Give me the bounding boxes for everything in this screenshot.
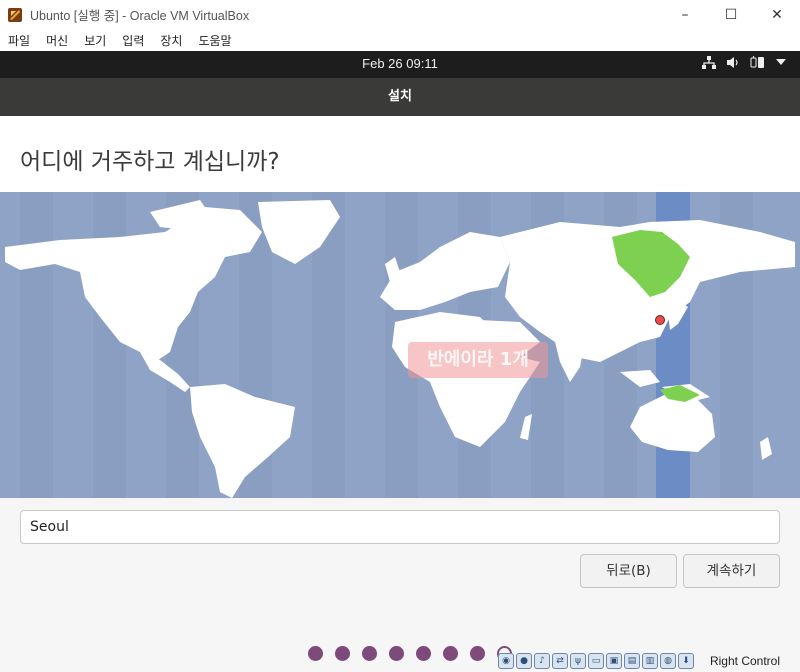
page-question: 어디에 거주하고 계십니까? — [20, 149, 280, 175]
installer-header: 설치 — [0, 78, 800, 116]
minimize-button[interactable]: – — [662, 0, 708, 29]
mouse-integration-icon[interactable]: ◍ — [660, 653, 676, 669]
host-statusbar: ◉ ● ♪ ⇄ ψ ▭ ▣ ▤ ▥ ◍ ⬇ Right Control — [0, 650, 800, 672]
audio-icon[interactable]: ♪ — [534, 653, 550, 669]
location-input[interactable] — [20, 510, 780, 544]
usb-icon[interactable]: ψ — [570, 653, 586, 669]
guest-top-panel: Feb 26 09:11 — [0, 51, 800, 78]
world-map-svg — [5, 192, 795, 498]
window-titlebar: Ubunto [실행 중] - Oracle VM VirtualBox – ☐… — [0, 0, 800, 29]
back-button[interactable]: 뒤로(B) — [580, 554, 677, 588]
clock[interactable]: Feb 26 09:11 — [0, 56, 800, 71]
menu-devices[interactable]: 장치 — [160, 32, 182, 49]
host-key-label: Right Control — [709, 654, 780, 668]
arrow-down-icon[interactable]: ⬇ — [678, 653, 694, 669]
timezone-map[interactable]: 반에이라 1개 — [0, 192, 800, 498]
display-icon[interactable]: ▣ — [606, 653, 622, 669]
optical-icon[interactable]: ● — [516, 653, 532, 669]
menu-view[interactable]: 보기 — [84, 32, 106, 49]
maximize-button[interactable]: ☐ — [708, 0, 754, 29]
continue-button[interactable]: 계속하기 — [683, 554, 780, 588]
menu-machine[interactable]: 머신 — [46, 32, 68, 49]
menu-input[interactable]: 입력 — [122, 32, 144, 49]
menu-file[interactable]: 파일 — [8, 32, 30, 49]
virtualbox-app-icon — [7, 7, 23, 23]
location-marker — [655, 315, 665, 325]
installer-content: 어디에 거주하고 계십니까? 반에이라 1개 Seoul 뒤로(B) 계속하기 — [0, 116, 800, 672]
network-icon[interactable] — [702, 55, 716, 69]
question-area: 어디에 거주하고 계십니까? — [0, 116, 800, 192]
battery-icon[interactable] — [750, 55, 766, 69]
shared-folder-icon[interactable]: ▭ — [588, 653, 604, 669]
dropdown-arrow-icon[interactable] — [776, 58, 786, 66]
window-title: Ubunto [실행 중] - Oracle VM VirtualBox — [30, 9, 250, 23]
network-adapter-icon[interactable]: ⇄ — [552, 653, 568, 669]
hdd-icon[interactable]: ◉ — [498, 653, 514, 669]
cpu-icon[interactable]: ▥ — [642, 653, 658, 669]
menu-help[interactable]: 도움말 — [198, 32, 231, 49]
host-menubar: 파일 머신 보기 입력 장치 도움말 — [0, 29, 800, 51]
map-watermark: 반에이라 1개 — [408, 342, 548, 378]
close-button[interactable]: ✕ — [754, 0, 800, 29]
recording-icon[interactable]: ▤ — [624, 653, 640, 669]
volume-icon[interactable] — [726, 56, 740, 69]
installer-title: 설치 — [388, 89, 412, 104]
